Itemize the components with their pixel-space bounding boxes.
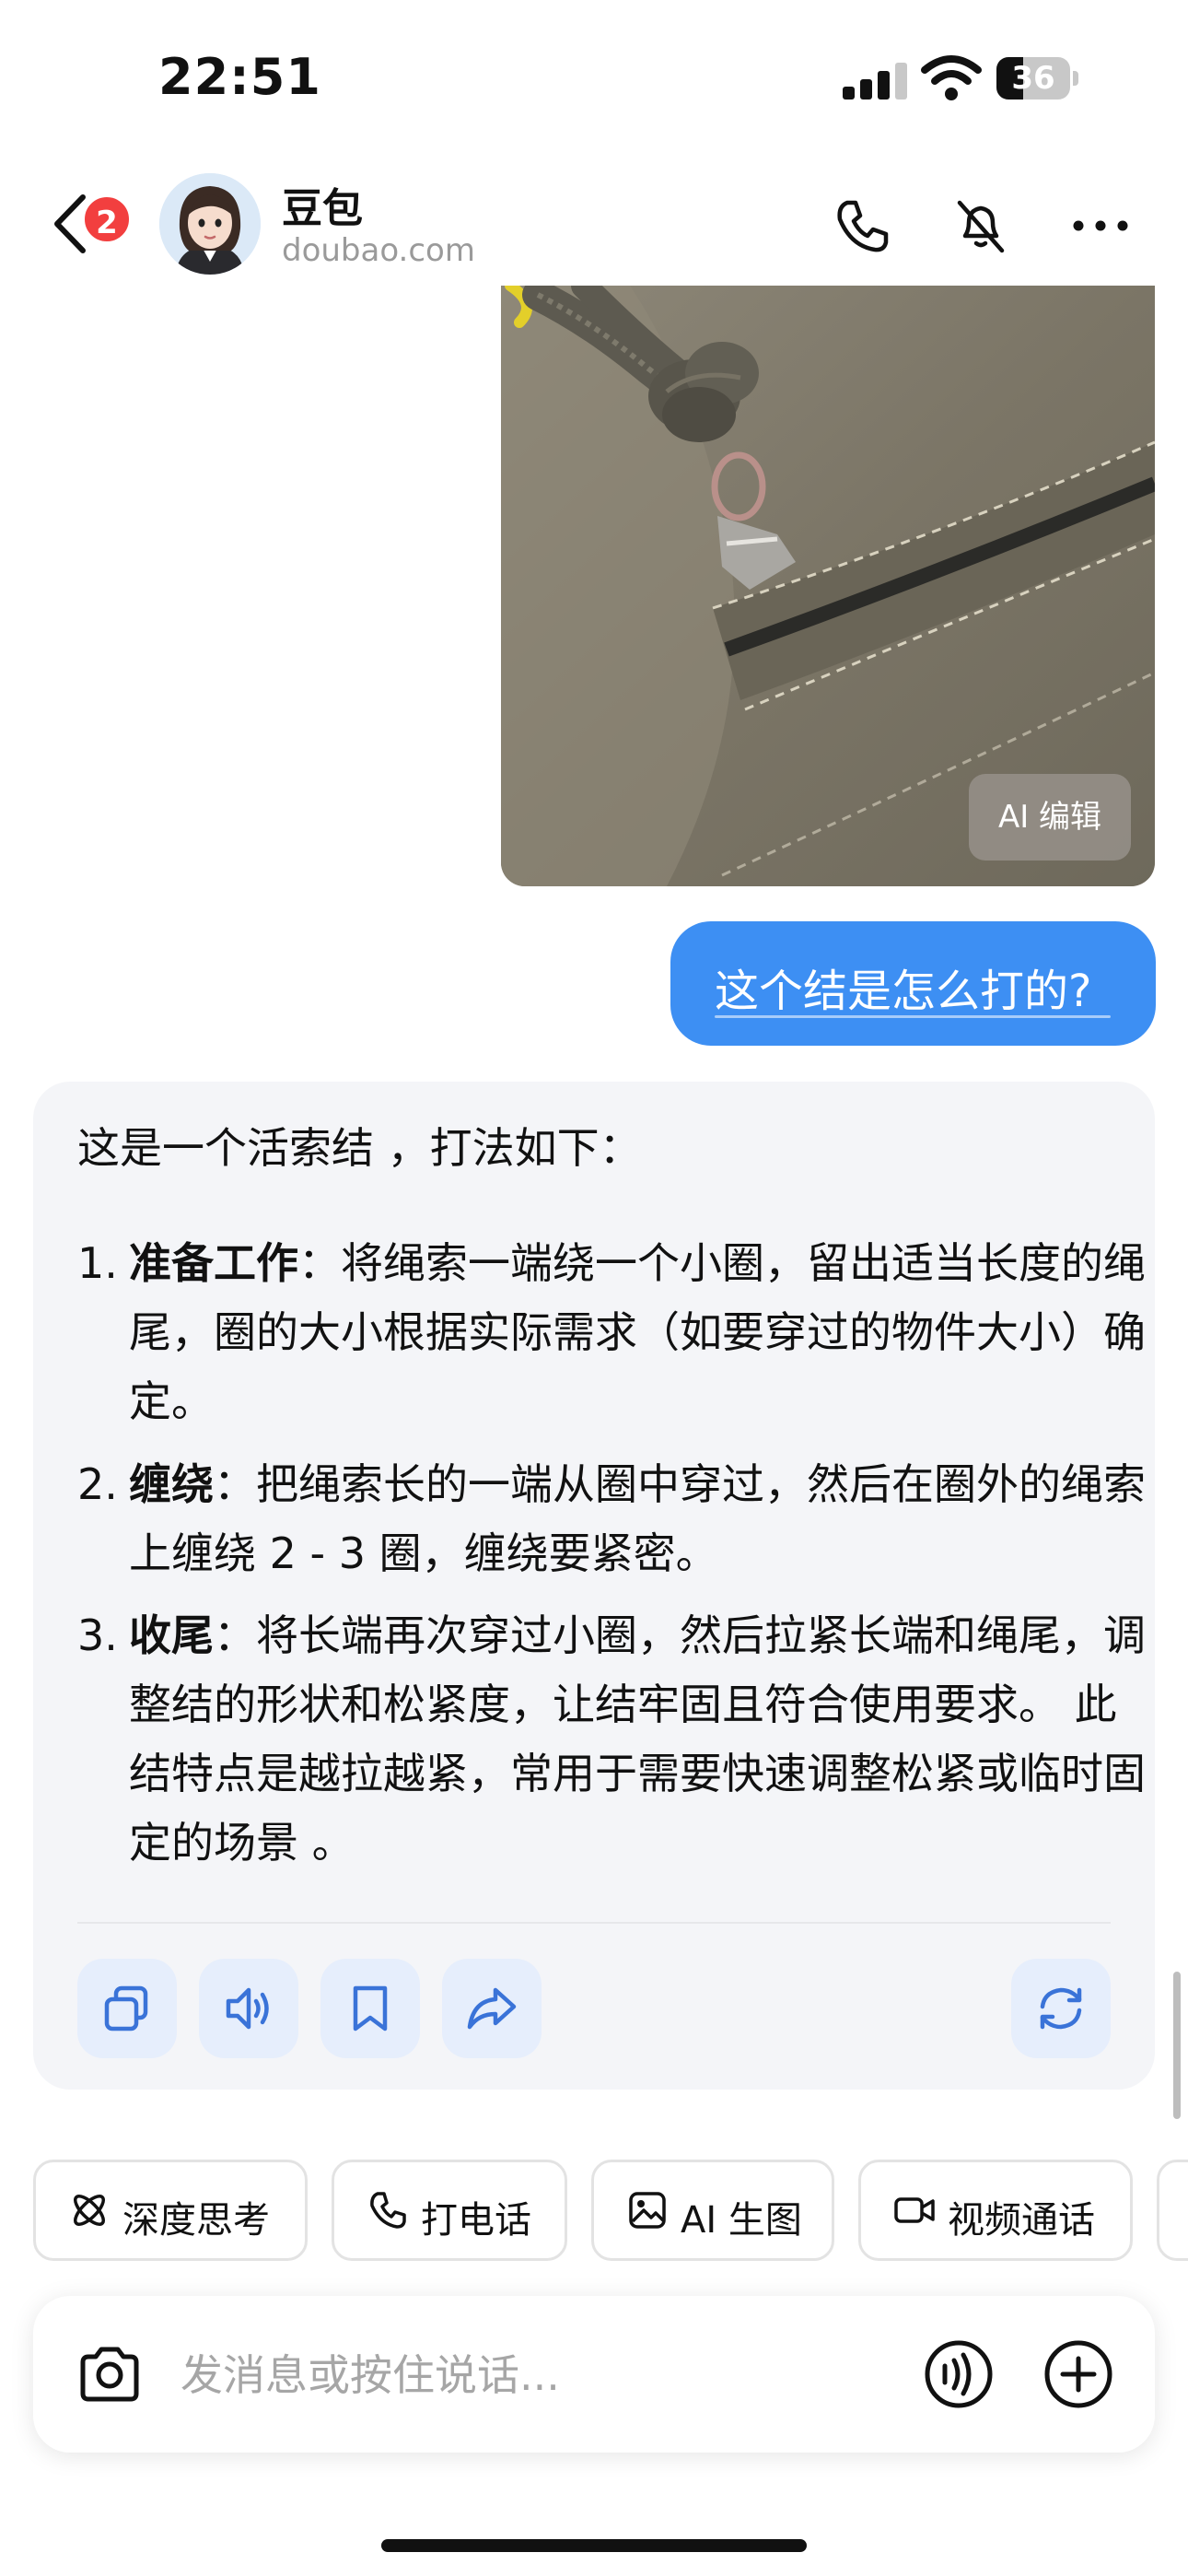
chip-label: 打电话 bbox=[421, 2199, 531, 2242]
chip-call[interactable]: 打电话 bbox=[332, 2160, 567, 2261]
chip-label: 深度思考 bbox=[122, 2199, 270, 2242]
chip-label: 视频通话 bbox=[948, 2199, 1095, 2242]
step-title: 缠绕 bbox=[129, 1459, 214, 1509]
video-icon bbox=[894, 2197, 935, 2223]
share-icon bbox=[467, 1987, 517, 2030]
reply-step: 3. 收尾：将长端再次穿过小圈，然后拉紧长端和绳尾，调整结的形状和松紧度，让结牢… bbox=[77, 1601, 1155, 1878]
status-bar: 22:51 36 bbox=[0, 0, 1188, 157]
read-aloud-button[interactable] bbox=[199, 1959, 298, 2058]
chat-header: 2 豆包 doubao.com bbox=[0, 157, 1188, 286]
step-number: 1. bbox=[77, 1238, 118, 1288]
image-message[interactable]: AI 编辑 bbox=[501, 286, 1155, 886]
divider bbox=[77, 1922, 1111, 1924]
speaker-icon bbox=[226, 1987, 269, 2030]
unread-badge: 2 bbox=[81, 193, 133, 245]
message-composer bbox=[33, 2296, 1155, 2453]
copy-icon bbox=[104, 1985, 148, 2032]
battery-icon: 36 bbox=[996, 57, 1079, 100]
mute-icon[interactable] bbox=[949, 193, 1013, 258]
user-message-bubble[interactable]: 这个结是怎么打的? bbox=[670, 921, 1156, 1046]
text-underline bbox=[715, 1015, 1111, 1018]
signal-icon bbox=[843, 61, 907, 100]
bookmark-button[interactable] bbox=[320, 1959, 420, 2058]
chat-title: 豆包 bbox=[282, 185, 363, 232]
chip-deep-thinking[interactable]: 深度思考 bbox=[33, 2160, 308, 2261]
chat-subtitle: doubao.com bbox=[282, 232, 475, 269]
reply-intro: 这是一个活索结 ，打法如下： bbox=[77, 1123, 642, 1173]
voice-icon[interactable] bbox=[923, 2338, 995, 2410]
step-number: 2. bbox=[77, 1459, 118, 1509]
camera-icon[interactable] bbox=[76, 2340, 144, 2408]
step-title: 收尾 bbox=[129, 1610, 214, 1660]
atom-icon bbox=[74, 2195, 105, 2226]
step-title: 准备工作 bbox=[129, 1238, 298, 1288]
copy-button[interactable] bbox=[77, 1959, 177, 2058]
scrollbar[interactable] bbox=[1173, 1972, 1181, 2119]
avatar[interactable] bbox=[159, 173, 261, 275]
wifi-icon bbox=[921, 55, 982, 100]
step-text: ：把绳索长的一端从圈中穿过，然后在圈外的绳索上缠绕 2 - 3 圈，缠绕要紧密。 bbox=[129, 1459, 1146, 1578]
share-button[interactable] bbox=[442, 1959, 542, 2058]
chip-ai-image[interactable]: AI 生图 bbox=[591, 2160, 834, 2261]
bookmark-icon bbox=[353, 1985, 388, 2032]
reply-step: 1. 准备工作：将绳索一端绕一个小圈，留出适当长度的绳尾，圈的大小根据实际需求（… bbox=[77, 1229, 1155, 1436]
home-indicator[interactable] bbox=[381, 2539, 807, 2552]
phone-icon[interactable] bbox=[829, 193, 893, 258]
message-input[interactable] bbox=[181, 2346, 825, 2405]
step-text: ：将长端再次穿过小圈，然后拉紧长端和绳尾，调整结的形状和松紧度，让结牢固且符合使… bbox=[129, 1610, 1146, 1868]
image-icon bbox=[629, 2192, 666, 2229]
phone-icon bbox=[370, 2192, 406, 2229]
chip-more[interactable] bbox=[1157, 2160, 1188, 2261]
step-number: 3. bbox=[77, 1610, 118, 1660]
plus-icon[interactable] bbox=[1042, 2338, 1114, 2410]
more-icon[interactable] bbox=[1068, 193, 1133, 258]
status-time: 22:51 bbox=[158, 48, 321, 106]
chip-video-call[interactable]: 视频通话 bbox=[858, 2160, 1133, 2261]
user-message-text: 这个结是怎么打的? bbox=[715, 966, 1092, 1017]
reply-step: 2. 缠绕：把绳索长的一端从圈中穿过，然后在圈外的绳索上缠绕 2 - 3 圈，缠… bbox=[77, 1450, 1155, 1588]
battery-level: 36 bbox=[1011, 60, 1055, 97]
regenerate-icon bbox=[1040, 1987, 1082, 2030]
assistant-message-card: 这是一个活索结 ，打法如下： 1. 准备工作：将绳索一端绕一个小圈，留出适当长度… bbox=[33, 1082, 1155, 2090]
regenerate-button[interactable] bbox=[1011, 1959, 1111, 2058]
chip-label: AI 生图 bbox=[681, 2199, 802, 2242]
ai-edit-button[interactable]: AI 编辑 bbox=[969, 774, 1131, 861]
